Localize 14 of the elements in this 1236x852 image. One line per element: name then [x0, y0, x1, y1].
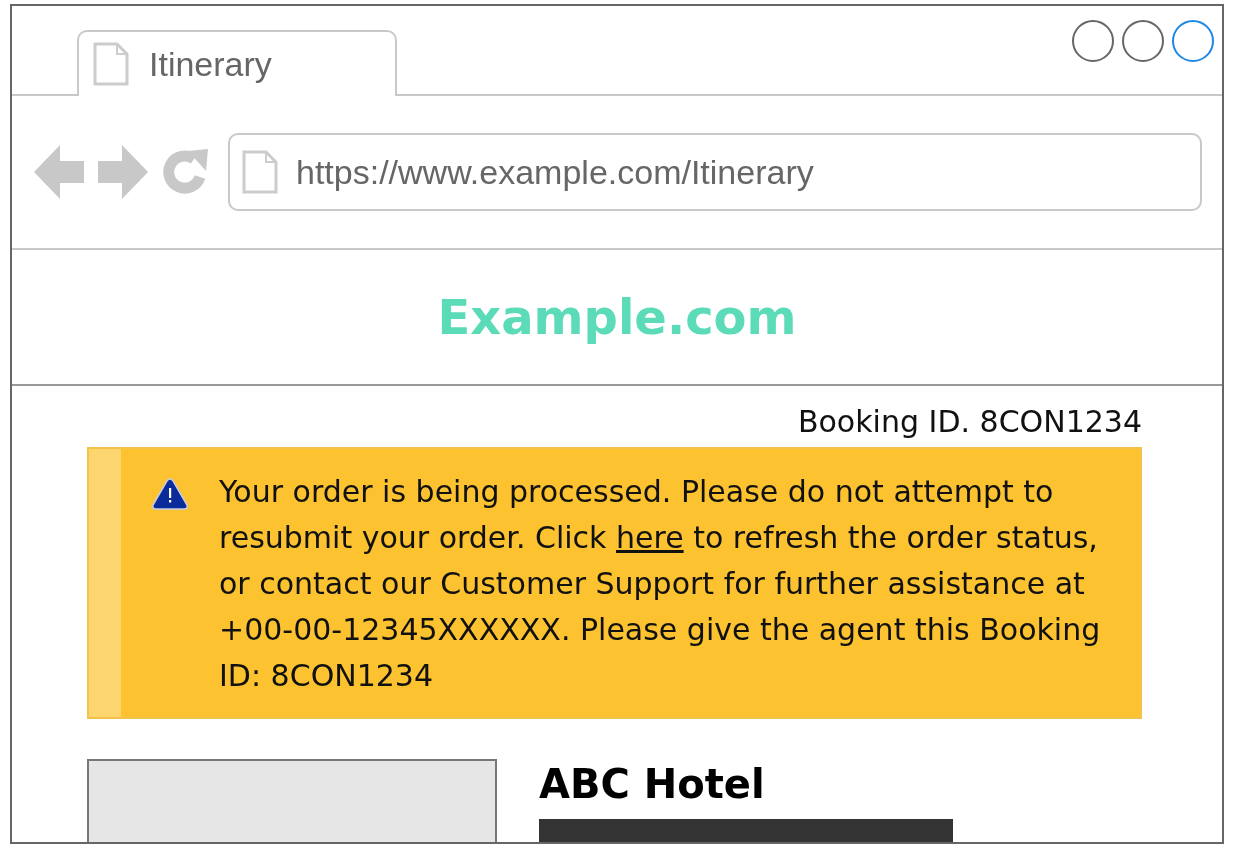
warning-icon [151, 477, 189, 511]
url-text: https://www.example.com/Itinerary [296, 152, 814, 192]
alert-message: Your order is being processed. Please do not attempt to resubmit your order. Click here to refresh the order status, or contact our Customer Support for further assistance at +00-00-12345XXXXXX. Please give the agent this Booking ID: 8CON1234 [219, 473, 1102, 695]
page-icon [93, 42, 129, 86]
refresh-link[interactable]: here [616, 520, 684, 555]
browser-tab[interactable]: Itinerary [77, 30, 397, 96]
hotel-name: ABC Hotel [539, 761, 766, 807]
booking-id: Booking ID. 8CON1234 [797, 404, 1142, 439]
page-icon [242, 149, 278, 195]
address-field[interactable]: https://www.example.com/Itinerary [228, 133, 1202, 211]
tab-title: Itinerary [149, 44, 272, 84]
window-control[interactable] [1172, 20, 1214, 62]
window-control[interactable] [1072, 20, 1114, 62]
window-control[interactable] [1122, 20, 1164, 62]
